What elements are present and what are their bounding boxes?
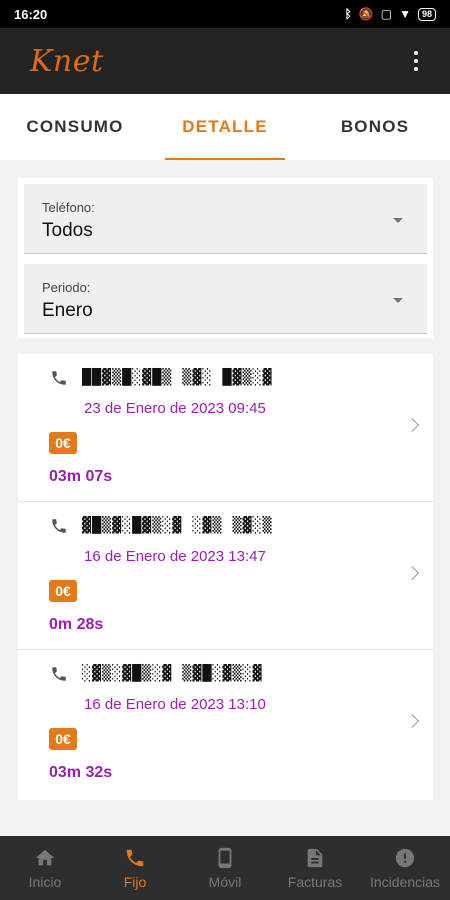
call-price-badge: 0€	[49, 432, 77, 454]
call-duration: 03m 07s	[49, 468, 113, 485]
alert-icon	[395, 848, 415, 867]
screenshot-icon: ▢	[380, 7, 393, 21]
periodo-select[interactable]: Periodo: Enero	[24, 264, 427, 334]
invoice-icon	[307, 848, 323, 867]
status-time: 16:20	[14, 6, 48, 22]
bluetooth-icon: ᛒ	[344, 7, 352, 21]
periodo-value: Enero	[42, 300, 93, 321]
tab-consumo[interactable]: CONSUMO	[0, 94, 150, 160]
app-logo: Knet	[30, 43, 104, 79]
call-item[interactable]: ██▓▒█░▓█▒ ▒▓░ █▓▒░▓ 23 de Enero de 2023 …	[18, 354, 433, 502]
nav-incidencias-label: Incidencias	[369, 873, 441, 890]
more-vert-icon[interactable]	[404, 46, 428, 76]
chevron-right-icon	[404, 417, 420, 433]
nav-incidencias[interactable]: Incidencias	[360, 836, 450, 900]
chevron-right-icon	[404, 713, 420, 729]
nav-inicio[interactable]: Inicio	[0, 836, 90, 900]
app-bar: Knet	[0, 28, 450, 94]
call-date: 23 de Enero de 2023 09:45	[84, 400, 266, 417]
dropdown-arrow-icon	[393, 218, 403, 223]
nav-fijo[interactable]: Fijo	[90, 836, 180, 900]
nav-movil[interactable]: Móvil	[180, 836, 270, 900]
dropdown-arrow-icon	[393, 298, 403, 303]
call-price-badge: 0€	[49, 580, 77, 602]
nav-inicio-label: Inicio	[28, 873, 62, 890]
phone-icon	[52, 371, 66, 385]
call-duration: 03m 32s	[49, 764, 113, 781]
telefono-select[interactable]: Teléfono: Todos	[24, 184, 427, 254]
nav-facturas-label: Facturas	[287, 873, 343, 890]
calls-list: ██▓▒█░▓█▒ ▒▓░ █▓▒░▓ 23 de Enero de 2023 …	[18, 354, 433, 800]
phone-icon	[126, 849, 144, 866]
call-number: ▓█▒▓░█▓▒░▓ ░▓▒ ▒▓░▒	[82, 516, 273, 534]
mute-icon: 🔕	[358, 7, 374, 21]
nav-movil-label: Móvil	[208, 873, 242, 890]
mobile-icon	[218, 847, 232, 868]
call-price-badge: 0€	[49, 728, 77, 750]
call-item[interactable]: ░▓▒░▓█▒░▓ ▒▓█░▓▒░▓ 16 de Enero de 2023 1…	[18, 650, 433, 798]
filter-card: Teléfono: Todos Periodo: Enero	[18, 178, 433, 338]
call-duration: 0m 28s	[49, 616, 104, 633]
call-date: 16 de Enero de 2023 13:10	[84, 696, 266, 713]
tab-bar: CONSUMO DETALLE BONOS	[0, 94, 450, 160]
call-item[interactable]: ▓█▒▓░█▓▒░▓ ░▓▒ ▒▓░▒ 16 de Enero de 2023 …	[18, 502, 433, 650]
tab-detalle[interactable]: DETALLE	[150, 94, 300, 160]
nav-facturas[interactable]: Facturas	[270, 836, 360, 900]
call-number: ██▓▒█░▓█▒ ▒▓░ █▓▒░▓	[82, 368, 273, 386]
nav-fijo-label: Fijo	[123, 873, 147, 890]
chevron-right-icon	[404, 565, 420, 581]
home-icon	[35, 849, 55, 865]
telefono-label: Teléfono:	[42, 200, 95, 215]
tab-bonos[interactable]: BONOS	[300, 94, 450, 160]
status-bar: 16:20 ᛒ 🔕 ▢ ▼ 98	[0, 0, 450, 28]
call-number: ░▓▒░▓█▒░▓ ▒▓█░▓▒░▓	[82, 664, 263, 682]
bottom-nav: Inicio Fijo Móvil Facturas Incidencias	[0, 836, 450, 900]
call-date: 16 de Enero de 2023 13:47	[84, 548, 266, 565]
phone-icon	[52, 667, 66, 681]
status-icons: ᛒ 🔕 ▢ ▼ 98	[345, 7, 436, 21]
phone-icon	[52, 519, 66, 533]
battery-icon: 98	[417, 7, 436, 21]
periodo-label: Periodo:	[42, 280, 91, 295]
telefono-value: Todos	[42, 220, 93, 241]
wifi-icon: ▼	[399, 7, 411, 21]
